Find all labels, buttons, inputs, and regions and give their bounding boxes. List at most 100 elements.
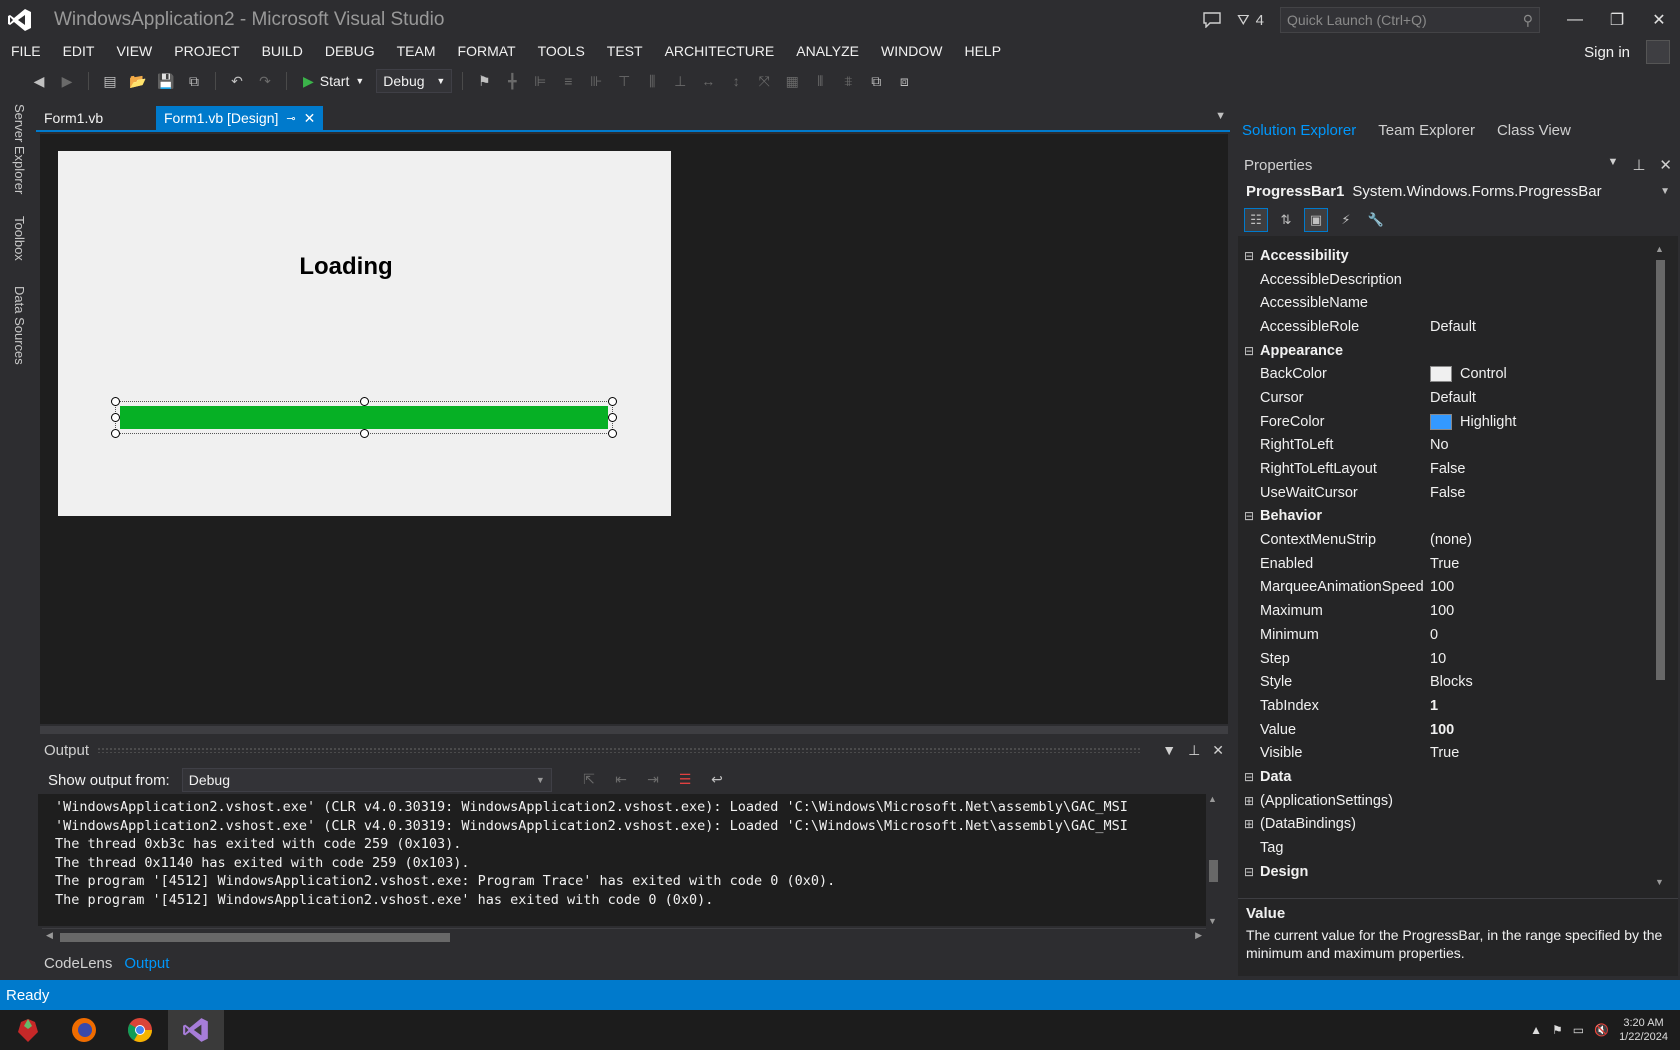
visual-studio-logo-icon[interactable] [0,0,40,40]
property-value[interactable]: Highlight [1430,413,1516,430]
tab-codelens[interactable]: CodeLens [38,955,118,972]
property-row[interactable]: Tag [1238,836,1650,860]
loading-label[interactable]: Loading [58,253,634,281]
tab-list-dropdown-icon[interactable]: ▼ [1215,110,1226,122]
property-row[interactable]: ⊞ (ApplicationSettings) [1238,789,1650,813]
scrollbar-thumb[interactable] [1656,260,1665,680]
toolbox-tab[interactable]: Toolbox [12,216,27,261]
property-row[interactable]: AccessibleName [1238,291,1650,315]
toggle-word-wrap-icon[interactable]: ↩ [706,768,728,790]
expand-collapse-icon[interactable]: ⊞ [1238,817,1260,831]
property-category[interactable]: ⊟ Design [1238,860,1650,884]
property-value[interactable]: Default [1430,319,1476,335]
window-position-icon[interactable]: ▼ [1607,156,1618,174]
property-category[interactable]: ⊟ Behavior [1238,505,1650,529]
solution-configuration-select[interactable]: Debug ▼ [376,69,453,93]
property-value[interactable]: 10 [1430,651,1446,667]
navigate-back-icon[interactable]: ◀ [28,70,50,92]
property-pages-wrench-icon[interactable]: 🔧 [1364,208,1388,232]
property-value[interactable]: Default [1430,390,1476,406]
menu-project[interactable]: PROJECT [163,43,250,59]
panel-splitter[interactable] [40,726,1228,734]
resize-handle[interactable] [111,413,120,422]
bring-to-front-icon[interactable]: ⧉ [865,70,887,92]
horizontal-spacing-icon[interactable]: ⫴ [809,70,831,92]
property-value[interactable]: Blocks [1430,674,1473,690]
property-row[interactable]: AccessibleDescription [1238,268,1650,292]
scroll-down-icon[interactable]: ▼ [1208,916,1217,926]
property-value[interactable]: False [1430,485,1465,501]
tab-team-explorer[interactable]: Team Explorer [1374,122,1479,139]
make-same-width-icon[interactable]: ↔ [697,70,719,92]
properties-view-icon[interactable]: ▣ [1304,208,1328,232]
auto-hide-pin-icon[interactable]: ⊥ [1632,156,1645,174]
expand-collapse-icon[interactable]: ⊟ [1238,344,1260,358]
property-value[interactable]: True [1430,745,1459,761]
menu-debug[interactable]: DEBUG [314,43,386,59]
properties-scrollbar[interactable]: ▲ ▼ [1652,244,1668,887]
scroll-down-icon[interactable]: ▼ [1655,877,1664,887]
send-to-back-icon[interactable]: ⧈ [893,70,915,92]
property-category[interactable]: ⊟ Appearance [1238,339,1650,363]
ruby-app-icon[interactable] [0,1010,56,1050]
clock[interactable]: 3:20 AM 1/22/2024 [1619,1016,1668,1044]
scroll-up-icon[interactable]: ▲ [1208,794,1217,804]
sign-in-link[interactable]: Sign in [1584,44,1630,61]
firefox-icon[interactable] [56,1010,112,1050]
property-row[interactable]: RightToLeft No [1238,434,1650,458]
quick-launch-input[interactable]: Quick Launch (Ctrl+Q) ⚲ [1280,7,1540,33]
property-row[interactable]: AccessibleRole Default [1238,315,1650,339]
open-file-icon[interactable]: 📂 [127,70,149,92]
auto-hide-pin-icon[interactable]: ⊥ [1188,742,1200,759]
save-icon[interactable]: 💾 [155,70,177,92]
property-row[interactable]: Style Blocks [1238,670,1650,694]
action-center-flag-icon[interactable]: ⚑ [1552,1023,1563,1037]
next-message-icon[interactable]: ⇥ [642,768,664,790]
network-icon[interactable]: ▭ [1573,1023,1584,1037]
resize-handle[interactable] [111,397,120,406]
resize-handle[interactable] [608,413,617,422]
property-row[interactable]: Maximum 100 [1238,599,1650,623]
property-category[interactable]: ⊟ Data [1238,765,1650,789]
property-row[interactable]: Value 100 [1238,718,1650,742]
notifications-flag[interactable]: ⛛ 4 [1237,12,1264,29]
menu-format[interactable]: FORMAT [447,43,527,59]
property-row[interactable]: Minimum 0 [1238,623,1650,647]
menu-window[interactable]: WINDOW [870,43,953,59]
redo-icon[interactable]: ↷ [254,70,276,92]
scrollbar-thumb[interactable] [60,933,450,942]
property-row[interactable]: Cursor Default [1238,386,1650,410]
property-row[interactable]: UseWaitCursor False [1238,481,1650,505]
scroll-up-icon[interactable]: ▲ [1655,244,1664,254]
property-row[interactable]: ForeColor Highlight [1238,410,1650,434]
navigate-forward-icon[interactable]: ▶ [56,70,78,92]
menu-tools[interactable]: TOOLS [527,43,596,59]
property-row[interactable]: ⊞ (DataBindings) [1238,813,1650,837]
menu-test[interactable]: TEST [596,43,654,59]
property-row[interactable]: ContextMenuStrip (none) [1238,528,1650,552]
output-horizontal-scrollbar[interactable]: ◀ ▶ [42,928,1206,944]
chrome-icon[interactable] [112,1010,168,1050]
property-row[interactable]: (Name)ProgressBar1 [1238,884,1650,887]
progress-bar-control[interactable] [111,397,617,438]
expand-collapse-icon[interactable]: ⊟ [1238,770,1260,784]
menu-architecture[interactable]: ARCHITECTURE [654,43,786,59]
menu-help[interactable]: HELP [953,43,1012,59]
feedback-icon[interactable] [1203,12,1221,28]
tab-output[interactable]: Output [118,955,175,972]
tab-form1-vb-design[interactable]: Form1.vb [Design] ⊸ ✕ [156,106,324,130]
output-vertical-scrollbar[interactable]: ▲ ▼ [1206,794,1220,926]
output-source-select[interactable]: Debug ▼ [181,768,552,792]
show-hidden-icons-icon[interactable]: ▲ [1530,1023,1542,1037]
menu-build[interactable]: BUILD [251,43,314,59]
previous-message-icon[interactable]: ⇤ [610,768,632,790]
resize-handle[interactable] [360,429,369,438]
property-row[interactable]: Visible True [1238,741,1650,765]
property-value[interactable]: Control [1430,366,1507,383]
align-centers-icon[interactable]: ≡ [557,70,579,92]
make-same-height-icon[interactable]: ↕ [725,70,747,92]
volume-muted-icon[interactable]: 🔇 [1594,1023,1609,1037]
property-value[interactable]: 0 [1430,627,1438,643]
visual-studio-icon[interactable] [168,1010,224,1050]
undo-icon[interactable]: ↶ [226,70,248,92]
